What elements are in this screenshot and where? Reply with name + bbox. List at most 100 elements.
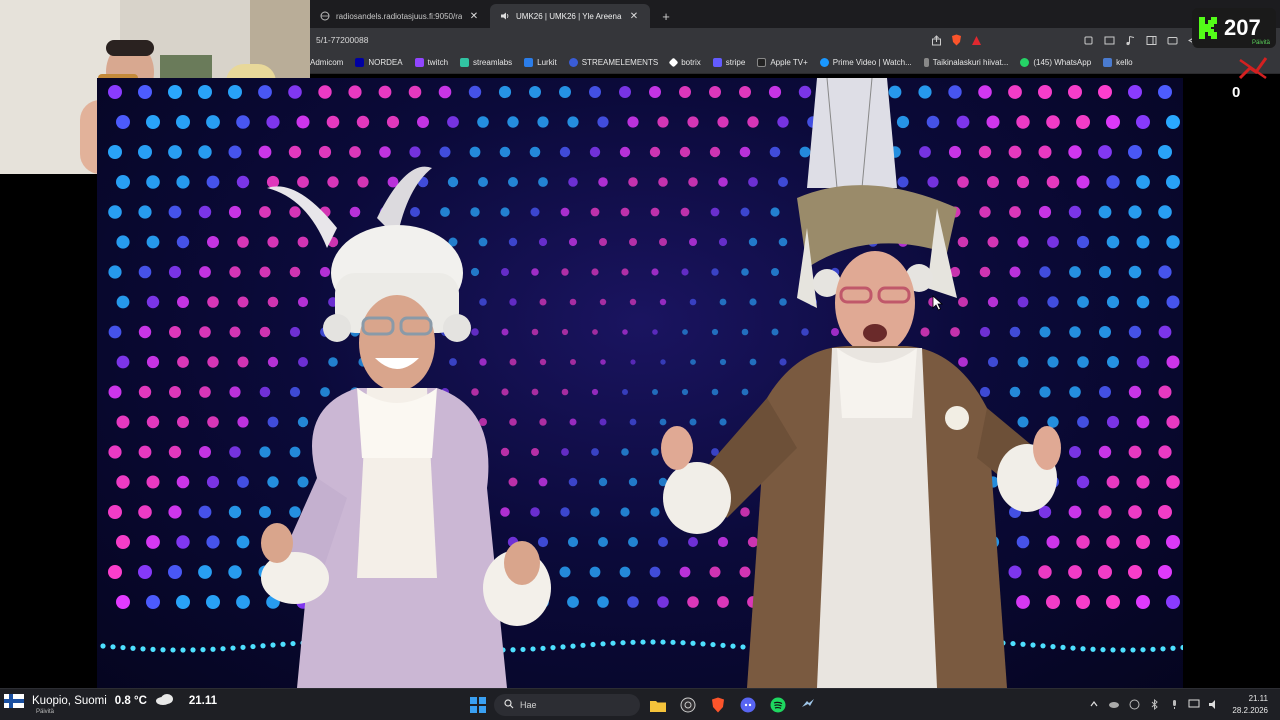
brave-rewards-icon[interactable] — [970, 34, 982, 46]
share-icon[interactable] — [930, 34, 942, 46]
kick-count: 207 — [1224, 15, 1261, 40]
led-dot — [591, 268, 599, 276]
music-icon[interactable] — [1124, 34, 1136, 46]
taskbar-clock[interactable]: 21.11 28.2.2026 — [1232, 693, 1268, 717]
new-tab-button[interactable]: + — [654, 4, 678, 28]
display-icon[interactable] — [1188, 698, 1200, 710]
performer-right — [661, 78, 1061, 688]
led-dot — [598, 177, 608, 187]
led-dot — [599, 298, 607, 306]
weather-temperature: 0.8 °C — [114, 694, 147, 707]
chevron-up-icon[interactable] — [1088, 698, 1100, 710]
led-dot — [600, 359, 606, 365]
led-dot — [620, 207, 630, 217]
bookmark-item[interactable]: (145) WhatsApp — [1020, 58, 1091, 67]
discord-icon[interactable] — [738, 695, 758, 715]
bookmark-item[interactable]: twitch — [414, 58, 448, 67]
volume-icon[interactable] — [1208, 698, 1220, 710]
bookmark-item[interactable]: Prime Video | Watch... — [819, 58, 912, 67]
led-dot — [266, 115, 280, 129]
led-dot — [1128, 145, 1142, 159]
led-dot — [1080, 646, 1086, 652]
led-dot — [468, 85, 482, 99]
url-field[interactable]: 5/1-77200088 — [310, 35, 368, 45]
address-bar: 5/1-77200088 — [310, 28, 1280, 52]
led-dot — [250, 643, 256, 650]
led-dot — [1077, 296, 1089, 308]
led-dot — [168, 85, 182, 99]
brave-shield-icon[interactable] — [950, 34, 962, 46]
led-dot — [207, 296, 219, 308]
brave-browser-icon[interactable] — [708, 695, 728, 715]
led-dot — [207, 356, 219, 368]
led-dot — [190, 647, 196, 653]
led-dot — [598, 537, 608, 547]
led-dot — [1099, 386, 1111, 398]
tab-radio[interactable]: radiosandels.radiotasjuus.fi:9050/radi ✕ — [310, 4, 490, 28]
bookmark-item[interactable]: Lurkit — [524, 58, 557, 67]
bookmark-item[interactable]: Admicom — [310, 58, 343, 67]
bookmark-item[interactable]: stripe — [712, 58, 746, 67]
bookmark-item[interactable]: STREAMELEMENTS — [568, 58, 658, 67]
led-dot — [1106, 235, 1120, 249]
led-dot — [146, 235, 160, 249]
led-dot — [1100, 647, 1106, 653]
onedrive-icon[interactable] — [1108, 698, 1120, 710]
led-dot — [439, 146, 451, 158]
led-dot — [629, 238, 637, 246]
led-dot — [146, 115, 160, 129]
steam-icon[interactable] — [798, 695, 818, 715]
video-player[interactable] — [97, 78, 1183, 688]
bookmark-item[interactable]: Taikinalaskuri hiivat... — [923, 58, 1008, 67]
microphone-icon[interactable] — [1168, 698, 1180, 710]
led-dot — [1128, 385, 1142, 399]
led-dot — [236, 175, 250, 189]
led-dot — [138, 565, 152, 579]
extensions-icon[interactable] — [1082, 34, 1094, 46]
close-icon[interactable]: ✕ — [628, 10, 640, 22]
weather-widget[interactable]: Kuopio, Suomi 0.8 °C 21.11 Päivitä — [4, 693, 217, 715]
bookmark-item[interactable]: streamlabs — [460, 58, 512, 67]
bookmark-label: stripe — [725, 58, 746, 67]
taskbar-search[interactable]: Hae — [494, 694, 640, 716]
led-dot — [559, 146, 571, 158]
bookmark-item[interactable]: kello — [1103, 58, 1133, 67]
led-dot — [529, 146, 541, 158]
whatsapp-icon — [1020, 58, 1030, 67]
led-dot — [237, 296, 249, 308]
led-dot — [108, 505, 122, 519]
bookmark-item[interactable]: botrix — [668, 57, 701, 68]
bookmark-item[interactable]: Apple TV+ — [757, 58, 808, 67]
tab-umk26[interactable]: UMK26 | UMK26 | Yle Areena ✕ — [490, 4, 650, 28]
led-dot — [1158, 145, 1172, 159]
led-dot — [198, 505, 212, 519]
led-dot — [1166, 295, 1180, 309]
led-dot — [228, 145, 242, 159]
led-dot — [627, 596, 639, 608]
file-explorer-icon[interactable] — [648, 695, 668, 715]
tray-app-icon[interactable] — [1128, 698, 1140, 710]
spotify-icon[interactable] — [768, 695, 788, 715]
led-dot — [168, 265, 182, 279]
close-icon[interactable]: ✕ — [468, 10, 480, 22]
start-button[interactable] — [470, 697, 486, 713]
led-dot — [597, 116, 609, 128]
led-dot — [116, 475, 130, 489]
led-dot — [1128, 565, 1142, 579]
nordea-icon — [355, 58, 365, 67]
led-dot — [200, 647, 206, 653]
led-dot — [108, 445, 122, 459]
led-dot — [589, 146, 601, 158]
wallet-icon[interactable] — [1166, 34, 1178, 46]
obs-icon[interactable] — [678, 695, 698, 715]
bookmark-label: Admicom — [310, 58, 344, 67]
led-dot — [120, 644, 126, 651]
media-icon[interactable] — [1103, 34, 1115, 46]
bluetooth-icon[interactable] — [1148, 698, 1160, 710]
bookmark-label: streamlabs — [473, 58, 513, 67]
sidebar-icon[interactable] — [1145, 34, 1157, 46]
led-dot — [168, 565, 182, 579]
led-dot — [288, 145, 302, 159]
led-dot — [220, 646, 226, 652]
bookmark-item[interactable]: NORDEA — [355, 58, 403, 67]
